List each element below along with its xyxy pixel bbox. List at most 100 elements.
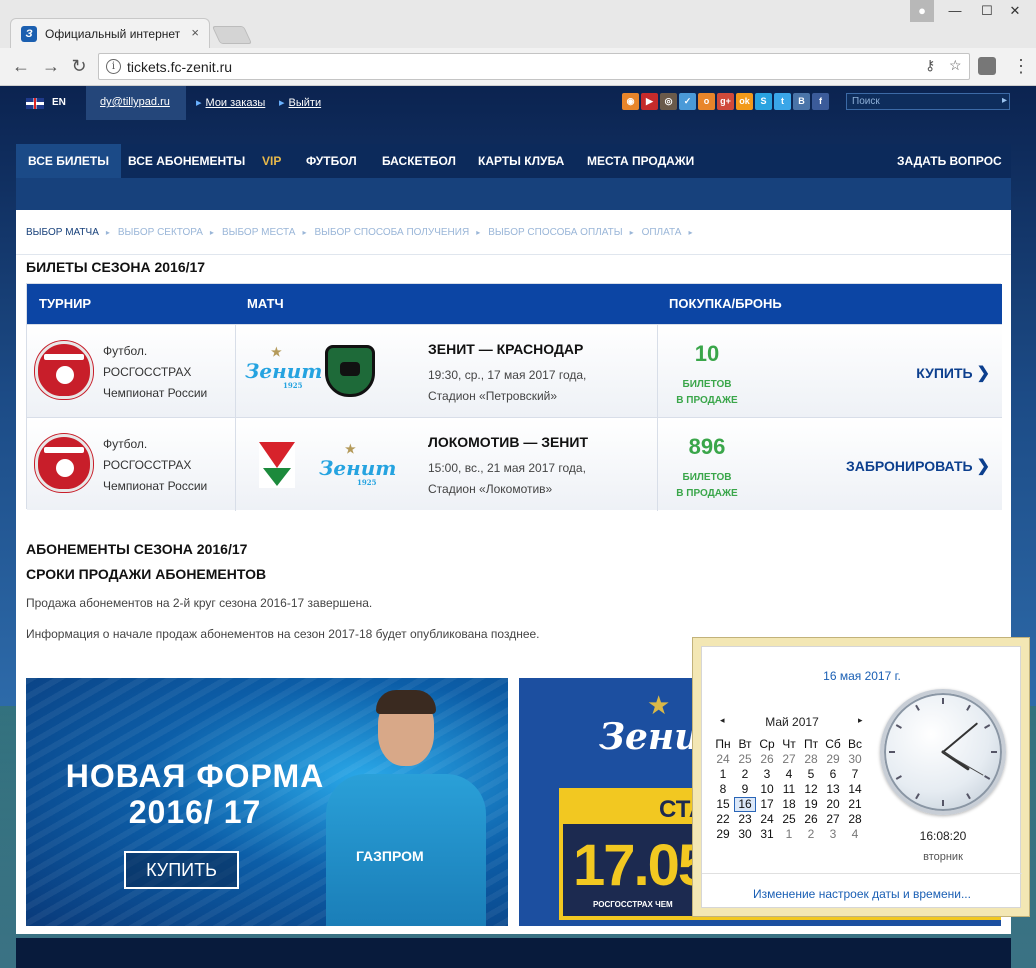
calendar-day[interactable]: 28 bbox=[800, 752, 822, 767]
calendar-day[interactable]: 12 bbox=[800, 782, 822, 797]
calendar-day[interactable]: 9 bbox=[734, 782, 756, 797]
language-switch[interactable]: EN bbox=[52, 97, 66, 108]
calendar-day[interactable]: 26 bbox=[756, 752, 778, 767]
subscriptions-text-2: Информация о начале продаж абонементов н… bbox=[26, 627, 540, 641]
window-maximize-button[interactable]: ☐ bbox=[972, 0, 1002, 22]
nav-vip[interactable]: VIP bbox=[262, 144, 281, 178]
extension-icon[interactable] bbox=[978, 57, 996, 75]
user-email-link[interactable]: dy@tillypad.ru bbox=[100, 96, 170, 108]
browser-tab[interactable]: З Официальный интернет × bbox=[10, 18, 210, 48]
calendar-day[interactable]: 3 bbox=[756, 767, 778, 782]
calendar-day[interactable]: 29 bbox=[712, 827, 734, 842]
calendar-day[interactable]: 16 bbox=[734, 797, 756, 812]
calendar-today-label[interactable]: 16 мая 2017 г. bbox=[702, 669, 1022, 683]
calendar-day[interactable]: 2 bbox=[734, 767, 756, 782]
calendar-day[interactable]: 27 bbox=[822, 812, 844, 827]
reserve-button[interactable]: ЗАБРОНИРОВАТЬ ❯ bbox=[846, 456, 990, 476]
odnoklassniki-icon[interactable]: о bbox=[698, 93, 715, 110]
calendar-day[interactable]: 26 bbox=[800, 812, 822, 827]
calendar-next-icon[interactable]: ▸ bbox=[858, 715, 863, 726]
site-info-icon[interactable]: i bbox=[106, 59, 121, 74]
calendar-day[interactable]: 28 bbox=[844, 812, 866, 827]
ok-icon[interactable]: ok bbox=[736, 93, 753, 110]
calendar-day[interactable]: 25 bbox=[734, 752, 756, 767]
calendar-day[interactable]: 22 bbox=[712, 812, 734, 827]
calendar-day[interactable]: 29 bbox=[822, 752, 844, 767]
new-kit-banner[interactable]: ГАЗПРОМ НОВАЯ ФОРМА 2016/ 17 КУПИТЬ bbox=[26, 678, 508, 926]
youtube-icon[interactable]: ▶ bbox=[641, 93, 658, 110]
calendar-day[interactable]: 5 bbox=[800, 767, 822, 782]
calendar-day[interactable]: 24 bbox=[712, 752, 734, 767]
calendar-weekday-header: Чт bbox=[782, 737, 796, 751]
search-go-icon[interactable]: ▸ bbox=[1002, 95, 1007, 106]
calendar-day[interactable]: 10 bbox=[756, 782, 778, 797]
user-profile-icon[interactable]: ● bbox=[910, 0, 934, 22]
breadcrumb-step[interactable]: ВЫБОР МАТЧА bbox=[26, 227, 99, 238]
nav-football[interactable]: ФУТБОЛ bbox=[306, 144, 357, 178]
facebook-icon[interactable]: f bbox=[812, 93, 829, 110]
calendar-day[interactable]: 18 bbox=[778, 797, 800, 812]
calendar-day[interactable]: 1 bbox=[712, 767, 734, 782]
calendar-day[interactable]: 1 bbox=[778, 827, 800, 842]
buy-button[interactable]: КУПИТЬ ❯ bbox=[916, 363, 990, 383]
tab-close-icon[interactable]: × bbox=[191, 25, 199, 40]
calendar-day[interactable]: 25 bbox=[778, 812, 800, 827]
instagram-icon[interactable]: ◎ bbox=[660, 93, 677, 110]
calendar-day[interactable]: 15 bbox=[712, 797, 734, 812]
calendar-day[interactable]: 20 bbox=[822, 797, 844, 812]
bookmark-star-icon[interactable]: ☆ bbox=[949, 57, 962, 74]
tickets-table: ТУРНИР МАТЧ ПОКУПКА/БРОНЬ Футбол. РОСГОС… bbox=[26, 283, 1002, 511]
url-text[interactable]: tickets.fc-zenit.ru bbox=[127, 59, 232, 75]
reload-button[interactable]: ↻ bbox=[68, 56, 90, 76]
calendar-day[interactable]: 30 bbox=[844, 752, 866, 767]
date-settings-link[interactable]: Изменение настроек даты и времени... bbox=[702, 887, 1022, 901]
forward-button[interactable]: → bbox=[40, 56, 62, 76]
vk-icon[interactable]: В bbox=[793, 93, 810, 110]
calendar-day[interactable]: 11 bbox=[778, 782, 800, 797]
checkin-icon[interactable]: ✓ bbox=[679, 93, 696, 110]
calendar-day[interactable]: 3 bbox=[822, 827, 844, 842]
calendar-day[interactable]: 2 bbox=[800, 827, 822, 842]
skype-icon[interactable]: S bbox=[755, 93, 772, 110]
googleplus-icon[interactable]: g+ bbox=[717, 93, 734, 110]
calendar-day[interactable]: 21 bbox=[844, 797, 866, 812]
twitter-icon[interactable]: t bbox=[774, 93, 791, 110]
calendar-day[interactable]: 31 bbox=[756, 827, 778, 842]
calendar-prev-icon[interactable]: ◂ bbox=[720, 715, 725, 726]
nav-ask-question[interactable]: ЗАДАТЬ ВОПРОС bbox=[897, 144, 1002, 178]
calendar-day[interactable]: 27 bbox=[778, 752, 800, 767]
window-minimize-button[interactable]: — bbox=[940, 0, 970, 22]
calendar-day[interactable]: 6 bbox=[822, 767, 844, 782]
clock-tick bbox=[895, 724, 902, 729]
calendar-popup: 16 мая 2017 г. Май 2017 ◂ ▸ Пн Вт Ср Чт Пт Сб… bbox=[692, 637, 1030, 917]
nav-all-subscriptions[interactable]: ВСЕ АБОНЕМЕНТЫ bbox=[128, 144, 245, 178]
calendar-day[interactable]: 30 bbox=[734, 827, 756, 842]
calendar-day[interactable]: 23 bbox=[734, 812, 756, 827]
nav-all-tickets[interactable]: ВСЕ БИЛЕТЫ bbox=[16, 144, 121, 178]
calendar-day[interactable]: 7 bbox=[844, 767, 866, 782]
site-search-input[interactable]: Поиск ▸ bbox=[846, 93, 1010, 110]
browser-menu-icon[interactable]: ⋮ bbox=[1012, 56, 1030, 77]
calendar-day[interactable]: 19 bbox=[800, 797, 822, 812]
calendar-day[interactable]: 4 bbox=[778, 767, 800, 782]
calendar-day[interactable]: 8 bbox=[712, 782, 734, 797]
key-icon[interactable]: ⚷ bbox=[925, 57, 935, 74]
banner-buy-button[interactable]: КУПИТЬ bbox=[124, 851, 239, 889]
nav-sales-points[interactable]: МЕСТА ПРОДАЖИ bbox=[587, 144, 694, 178]
uk-flag-icon[interactable] bbox=[26, 98, 44, 109]
calendar-month[interactable]: Май 2017 bbox=[712, 715, 872, 729]
back-button[interactable]: ← bbox=[10, 56, 32, 76]
logout-link[interactable]: Выйти bbox=[279, 96, 322, 109]
calendar-day[interactable]: 14 bbox=[844, 782, 866, 797]
calendar-day[interactable]: 13 bbox=[822, 782, 844, 797]
my-orders-link[interactable]: Мои заказы bbox=[196, 96, 266, 109]
calendar-day[interactable]: 24 bbox=[756, 812, 778, 827]
rss-icon[interactable]: ◉ bbox=[622, 93, 639, 110]
calendar-day[interactable]: 4 bbox=[844, 827, 866, 842]
window-close-button[interactable]: ✕ bbox=[1000, 0, 1030, 22]
nav-basketball[interactable]: БАСКЕТБОЛ bbox=[382, 144, 456, 178]
address-bar[interactable]: i tickets.fc-zenit.ru ⚷ ☆ bbox=[98, 53, 970, 80]
new-tab-button[interactable] bbox=[211, 26, 253, 44]
calendar-day[interactable]: 17 bbox=[756, 797, 778, 812]
nav-club-cards[interactable]: КАРТЫ КЛУБА bbox=[478, 144, 564, 178]
